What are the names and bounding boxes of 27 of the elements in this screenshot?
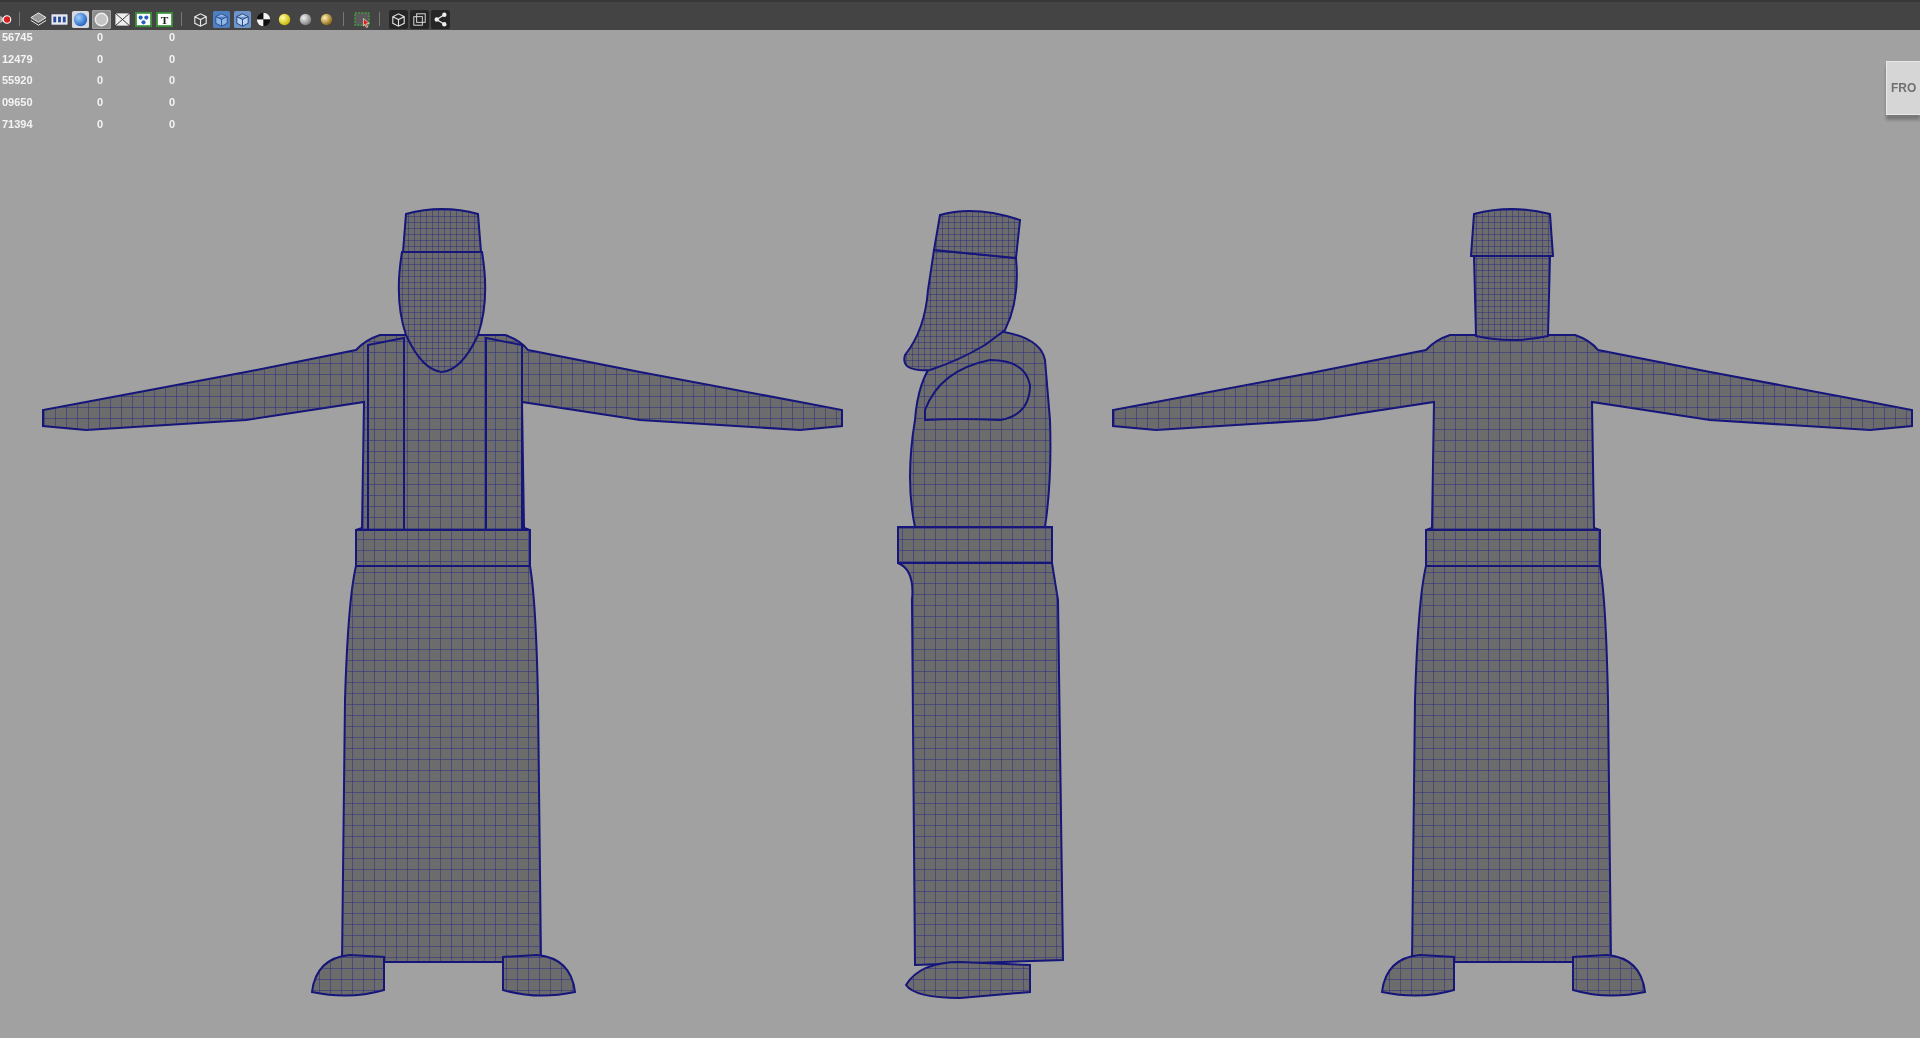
hud-value: 0 [97,95,104,110]
text-icon[interactable]: T [155,9,174,29]
cube-icon[interactable] [389,9,408,29]
hud-value: 0 [97,116,104,131]
shaded-cube-icon[interactable] [212,9,231,29]
share-icon[interactable] [431,9,450,29]
circle-icon[interactable] [92,9,111,29]
overlapping-squares-icon[interactable] [410,9,429,29]
hud-value: 55920 [2,73,33,88]
crossed-box-icon[interactable] [113,9,132,29]
hud-value: 56745 [2,30,33,44]
hud-value: 71394 [2,116,33,131]
hud-value: 09650 [2,95,33,110]
hud-value: 0 [97,30,104,44]
wire-shaded-cube-icon[interactable] [233,9,252,29]
hud-value: 0 [169,30,176,44]
sphere-icon[interactable] [71,9,90,29]
hud-value: 12479 [2,51,33,66]
hud-value: 0 [169,73,176,88]
hud-value: 0 [169,116,176,131]
layers-icon[interactable] [29,9,48,29]
hud-value: 0 [169,95,176,110]
hud-value: 0 [169,51,176,66]
nodes-icon[interactable] [134,9,153,29]
hud-value: 0 [97,51,104,66]
hud-value: 0 [97,73,104,88]
selection-icon[interactable] [353,9,372,29]
